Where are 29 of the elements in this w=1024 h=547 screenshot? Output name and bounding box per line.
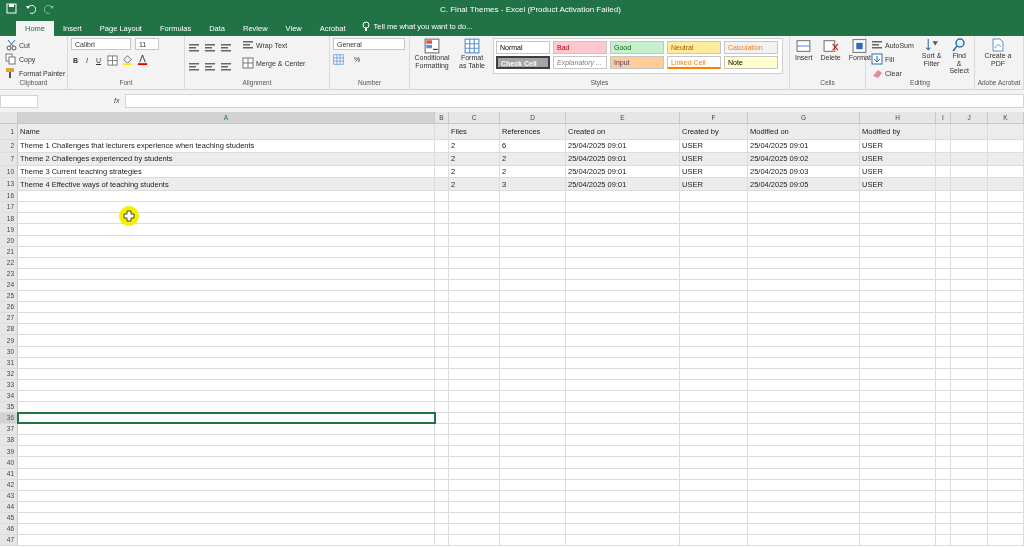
fill-color-icon [122,54,134,66]
window-title: C. Final Themes - Excel (Product Activation Failed) [440,4,621,16]
redo-icon [44,3,55,14]
align-icon [188,42,200,53]
borders-icon [107,54,119,66]
selected-cell[interactable] [18,413,435,424]
grid-icon [242,57,254,69]
save-icon [6,3,17,14]
align-icon [220,61,232,72]
align-icon [204,42,216,53]
name-box[interactable] [0,94,38,108]
select-all-corner[interactable] [0,112,18,124]
copy-icon [5,53,17,65]
lines-icon [871,39,883,51]
fill-icon [871,53,883,65]
search-icon [952,38,967,52]
align-icon [188,61,200,72]
font-color-icon [137,54,149,66]
lines-icon [242,39,254,51]
eraser-icon [871,67,883,79]
brush-icon [5,67,17,79]
undo-icon [25,3,36,14]
scissors-icon [5,39,17,51]
align-icon [220,42,232,53]
align-icon [204,61,216,72]
cursor-highlight-icon [119,206,139,226]
sort-icon [924,38,939,52]
lightbulb-icon [360,20,371,32]
formula-field[interactable] [125,94,1024,108]
